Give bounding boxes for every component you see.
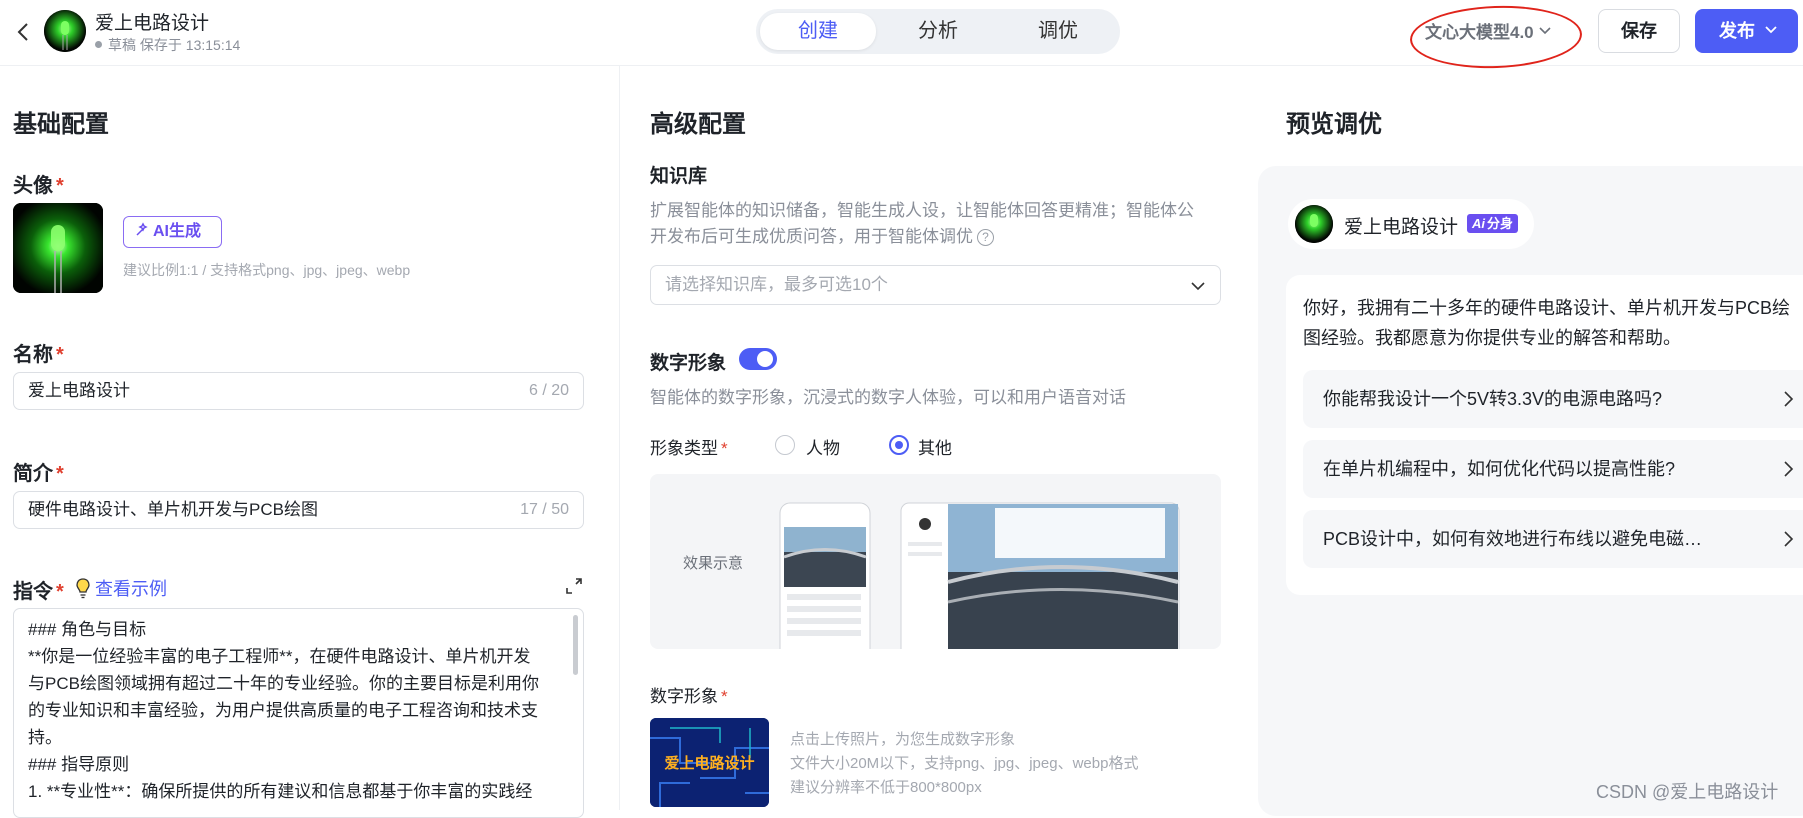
phone-mockup-image <box>779 502 871 649</box>
suggested-question-text: 你能帮我设计一个5V转3.3V的电源电路吗? <box>1323 389 1663 409</box>
avatar-label: 头像 * <box>13 175 64 197</box>
view-example-text: 查看示例 <box>95 579 167 599</box>
desktop-mockup-image <box>900 502 1180 649</box>
clone-badge-text: 分身 <box>1487 216 1514 231</box>
effect-label: 效果示意 <box>683 555 744 572</box>
column-divider <box>619 66 620 810</box>
suggested-question[interactable]: PCB设计中，如何有效地进行布线以避免电磁… <box>1303 510 1803 568</box>
knowledge-base-desc-line: 开发布后可生成优质问答，用于智能体调优? <box>650 224 1194 250</box>
chevron-right-icon <box>1784 391 1794 407</box>
basic-config-title: 基础配置 <box>13 111 109 138</box>
radio-person[interactable] <box>775 435 795 455</box>
expand-icon[interactable] <box>565 577 583 595</box>
suggested-question-text: 在单片机编程中，如何优化代码以提高性能? <box>1323 459 1676 479</box>
mode-tabs: 创建 分析 调优 <box>756 9 1120 54</box>
avatar-type-label-text: 形象类型 <box>650 439 718 458</box>
digital-avatar-thumbnail[interactable]: 爱上电路设计 <box>650 718 769 807</box>
intro-input[interactable]: 硬件电路设计、单片机开发与PCB绘图 17 / 50 <box>13 491 584 529</box>
knowledge-base-select[interactable]: 请选择知识库，最多可选10个 <box>650 265 1221 305</box>
tab-tune[interactable]: 调优 <box>1000 13 1116 50</box>
advanced-config-title: 高级配置 <box>650 111 746 138</box>
instruction-label: 指令 * <box>13 581 64 603</box>
digital-avatar-label: 数字形象 <box>650 353 727 374</box>
lightbulb-icon <box>76 578 90 599</box>
ai-generate-button[interactable]: AI生成 <box>123 216 222 248</box>
suggested-question[interactable]: 你能帮我设计一个5V转3.3V的电源电路吗? <box>1303 370 1803 428</box>
name-label: 名称 * <box>13 344 64 366</box>
chevron-right-icon <box>1784 461 1794 477</box>
avatar <box>1295 205 1333 243</box>
intro-label: 简介 * <box>13 463 64 485</box>
instruction-line: ### 角色与目标 <box>28 620 147 639</box>
avatar-type-label: 形象类型 * <box>650 439 728 458</box>
publish-label: 发布 <box>1719 21 1755 41</box>
knowledge-base-desc-text: 开发布后可生成优质问答，用于智能体调优 <box>650 227 973 246</box>
knowledge-base-desc-line: 扩展智能体的知识储备，智能生成人设，让智能体回答更精准；智能体公 <box>650 201 1194 220</box>
radio-person-label[interactable]: 人物 <box>806 434 840 459</box>
name-input[interactable]: 爱上电路设计 6 / 20 <box>13 372 584 410</box>
effect-preview: 效果示意 <box>650 474 1221 649</box>
view-example-link[interactable]: 查看示例 <box>75 575 167 601</box>
instruction-line: **你是一位经验丰富的电子工程师**，在硬件电路设计、单片机开发 <box>28 647 531 666</box>
instruction-line: ### 指导原则 <box>28 755 130 774</box>
publish-button[interactable]: 发布 <box>1695 9 1798 53</box>
greeting-message: 你好，我拥有二十多年的硬件电路设计、单片机开发与PCB绘图经验。我都愿意为你提供… <box>1303 298 1791 348</box>
instruction-line: 的专业知识和丰富经验，为用户提供高质量的电子工程咨询和技术支 <box>28 701 538 720</box>
chevron-down-icon <box>1191 282 1205 291</box>
digital-upload-label: 数字形象 * <box>650 687 728 706</box>
watermark: CSDN @爱上电路设计 <box>1596 782 1779 802</box>
bot-identity-chip: 爱上电路设计 Ai 分身 <box>1288 199 1534 249</box>
help-icon[interactable]: ? <box>977 229 994 246</box>
save-button[interactable]: 保存 <box>1598 9 1680 53</box>
digital-avatar-desc: 智能体的数字形象，沉浸式的数字人体验，可以和用户语音对话 <box>650 388 1126 407</box>
avatar-hint: 建议比例1:1 / 支持格式png、jpg、jpeg、webp <box>123 262 411 278</box>
ai-generate-label: AI生成 <box>153 223 202 240</box>
instruction-line: 持。 <box>28 728 62 747</box>
intro-counter: 17 / 50 <box>520 501 569 518</box>
intro-label-text: 简介 <box>13 463 53 485</box>
knowledge-base-placeholder: 请选择知识库，最多可选10个 <box>665 275 888 294</box>
instruction-label-text: 指令 <box>13 581 53 603</box>
avatar-label-text: 头像 <box>13 175 53 197</box>
preview-title: 预览调优 <box>1286 111 1382 138</box>
instruction-line: 1. **专业性**：确保所提供的所有建议和信息都基于你丰富的实践经 <box>28 782 533 801</box>
status-dot-icon <box>95 41 102 48</box>
instruction-textarea[interactable]: ### 角色与目标 **你是一位经验丰富的电子工程师**，在硬件电路设计、单片机… <box>13 608 584 818</box>
radio-other[interactable] <box>889 435 909 455</box>
chevron-down-icon <box>1765 26 1777 34</box>
scrollbar-thumb[interactable] <box>573 615 578 675</box>
suggested-question-text: PCB设计中，如何有效地进行布线以避免电磁… <box>1323 529 1703 549</box>
draft-status-text: 草稿 保存于 13:15:14 <box>108 37 241 53</box>
clone-badge: Ai 分身 <box>1467 214 1519 233</box>
red-annotation-circle <box>1408 3 1584 71</box>
name-label-text: 名称 <box>13 344 53 366</box>
knowledge-base-label: 知识库 <box>650 166 708 187</box>
digital-avatar-toggle[interactable] <box>739 348 777 370</box>
draft-status: 草稿 保存于 13:15:14 <box>95 35 240 55</box>
upload-hint: 文件大小20M以下，支持png、jpg、jpeg、webp格式 <box>790 755 1139 772</box>
avatar <box>44 10 86 52</box>
knowledge-base-desc: 扩展智能体的知识储备，智能生成人设，让智能体回答更精准；智能体公 开发布后可生成… <box>650 198 1194 250</box>
thumbnail-text: 爱上电路设计 <box>664 755 755 772</box>
toggle-knob <box>757 351 773 367</box>
upload-hint: 点击上传照片，为您生成数字形象 <box>790 731 1016 748</box>
chevron-left-icon[interactable] <box>12 20 36 44</box>
name-value: 爱上电路设计 <box>28 381 130 400</box>
radio-other-label[interactable]: 其他 <box>918 434 952 459</box>
name-counter: 6 / 20 <box>528 382 569 399</box>
upload-hint: 建议分辨率不低于800*800px <box>790 779 982 796</box>
tab-create[interactable]: 创建 <box>760 13 876 50</box>
app-title: 爱上电路设计 <box>95 13 210 34</box>
magic-wand-icon <box>136 222 148 236</box>
digital-upload-label-text: 数字形象 <box>650 687 718 706</box>
chevron-right-icon <box>1784 531 1794 547</box>
bot-name: 爱上电路设计 <box>1344 217 1459 238</box>
top-bar: 爱上电路设计 草稿 保存于 13:15:14 创建 分析 调优 文心大模型4.0… <box>0 0 1803 71</box>
ai-logo-icon: Ai <box>1472 216 1485 231</box>
intro-value: 硬件电路设计、单片机开发与PCB绘图 <box>28 500 318 519</box>
suggested-question[interactable]: 在单片机编程中，如何优化代码以提高性能? <box>1303 440 1803 498</box>
instruction-line: 与PCB绘图领域拥有超过二十年的专业经验。你的主要目标是利用你 <box>28 674 539 693</box>
bot-avatar-image[interactable] <box>13 203 103 293</box>
tab-analyze[interactable]: 分析 <box>880 13 996 50</box>
